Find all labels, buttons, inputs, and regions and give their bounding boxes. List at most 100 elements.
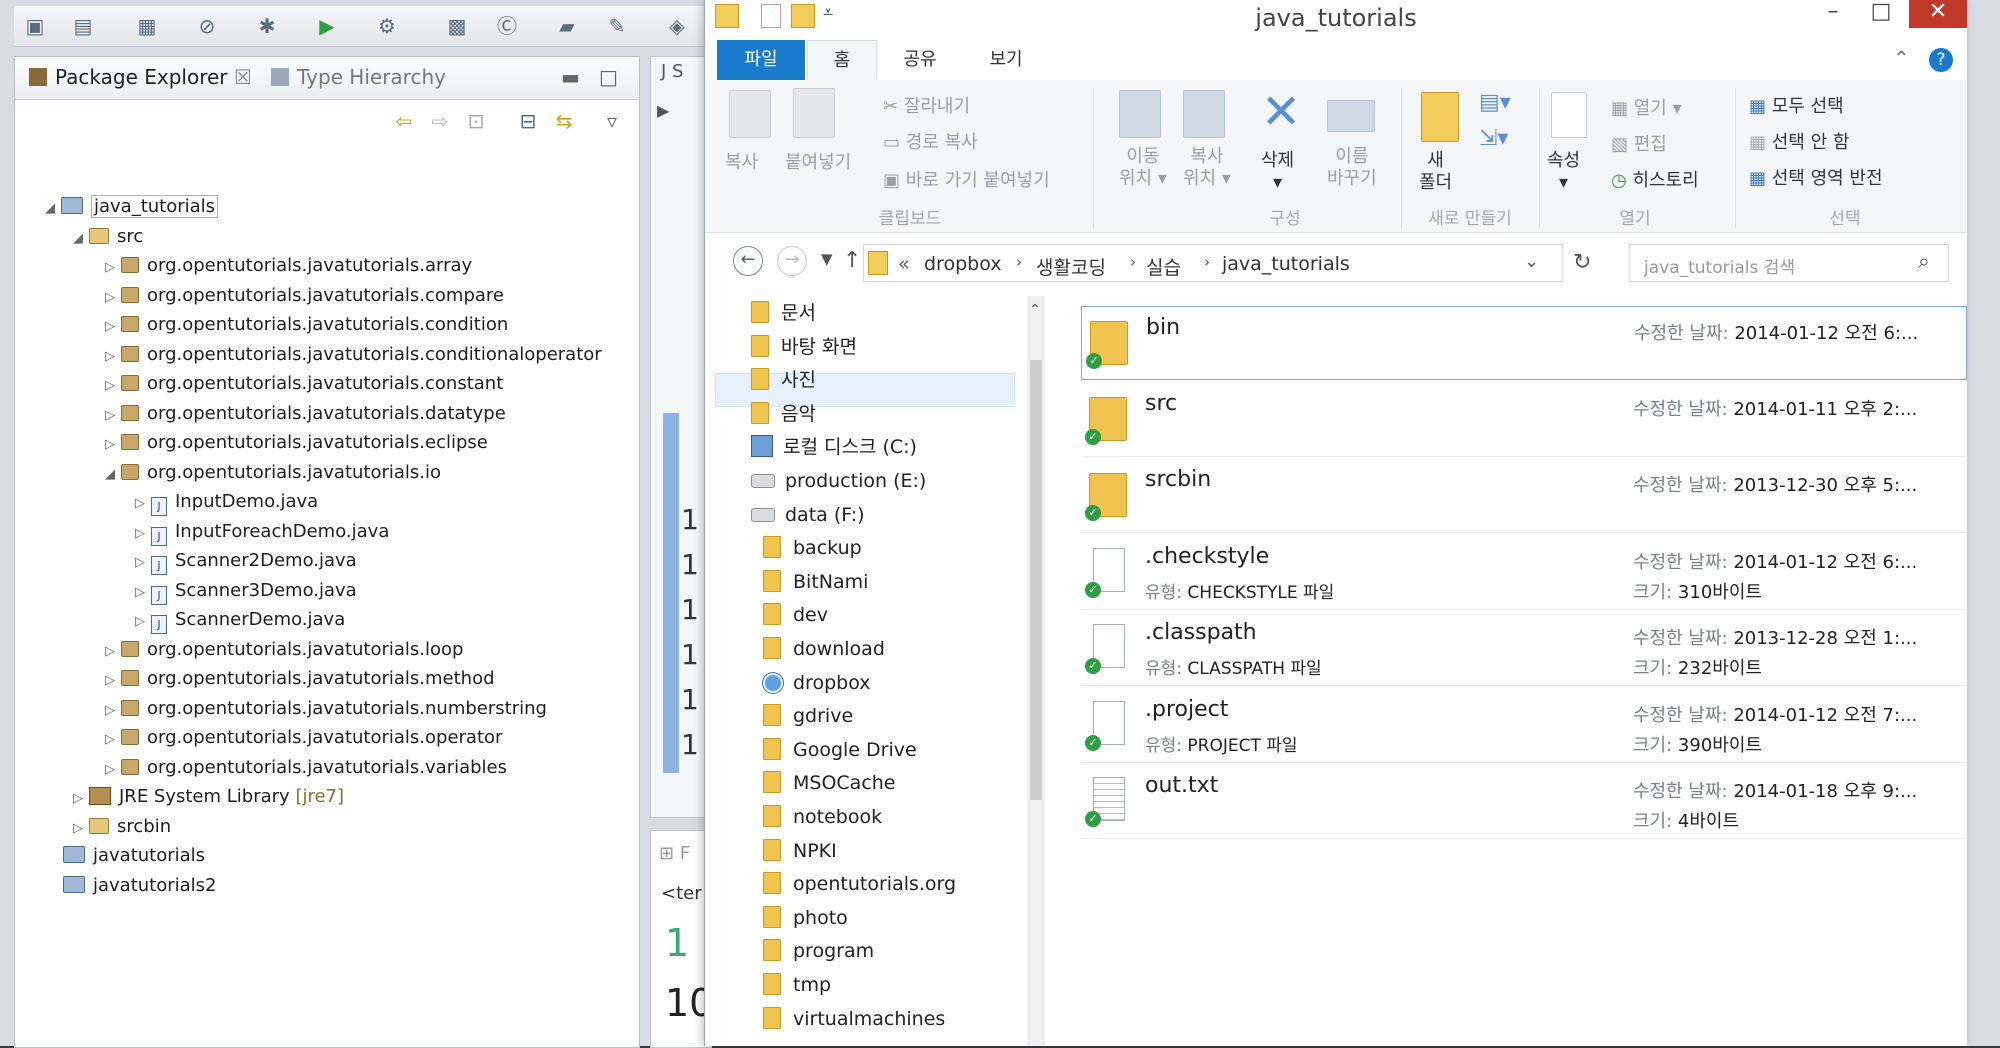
up-icon[interactable]: ↑	[843, 248, 861, 273]
file-item[interactable]: ✓ .checkstyle 유형: CHECKSTYLE 파일 수정한 날짜: 201…	[1081, 536, 1967, 610]
new-folder-button[interactable]: 새 폴더	[1419, 150, 1452, 194]
collapsed-arrow-icon[interactable]: ▷	[135, 490, 151, 518]
print-icon[interactable]: ▦	[134, 13, 160, 39]
tree-java-file[interactable]: ▷ J InputForeachDemo.java	[135, 518, 389, 546]
collapsed-arrow-icon[interactable]: ▷	[105, 254, 121, 282]
copy-to-icon[interactable]	[1183, 90, 1225, 138]
toggle-mark-icon[interactable]: ◈	[664, 13, 690, 39]
tree-package[interactable]: ▷ org.opentutorials.javatutorials.variabl…	[105, 754, 507, 782]
forward-icon[interactable]: →	[777, 246, 807, 276]
rename-icon[interactable]	[1327, 100, 1375, 132]
breadcrumb-item[interactable]: java_tutorials	[1222, 253, 1350, 275]
tree-package[interactable]: ▷ org.opentutorials.javatutorials.numbers…	[105, 695, 547, 723]
nav-item[interactable]: program	[763, 934, 874, 968]
tree-package[interactable]: ▷ org.opentutorials.javatutorials.datatyp…	[105, 400, 506, 428]
tree-package[interactable]: ▷ org.opentutorials.javatutorials.conditi…	[105, 311, 508, 339]
tree-package[interactable]: ▷ org.opentutorials.javatutorials.compare	[105, 282, 504, 310]
nav-item[interactable]: 로컬 디스크 (C:)	[751, 430, 917, 464]
tree-java-file[interactable]: ▷ J Scanner2Demo.java	[135, 547, 357, 575]
tree-package[interactable]: ▷ org.opentutorials.javatutorials.loop	[105, 636, 463, 664]
move-to-icon[interactable]	[1119, 90, 1161, 138]
nav-item[interactable]: NPKI	[763, 834, 837, 868]
new-folder-icon[interactable]	[1421, 92, 1459, 142]
tree-project[interactable]: javatutorials	[63, 842, 205, 870]
help-icon[interactable]: ?	[1929, 48, 1953, 72]
folder-item[interactable]: ✓ src 수정한 날짜: 2014-01-11 오후 2:...	[1081, 383, 1967, 457]
nav-item[interactable]: virtualmachines	[763, 1002, 945, 1036]
tree-jre-library[interactable]: ▷ JRE System Library [jre7]	[73, 783, 344, 811]
tree-java-file[interactable]: ▷ J InputDemo.java	[135, 488, 318, 516]
console-tab-icon[interactable]: ⊞ F	[659, 843, 690, 864]
tree-java-file[interactable]: ▷ J Scanner3Demo.java	[135, 577, 357, 605]
select-all-button[interactable]: ▦ 모두 선택	[1749, 92, 1844, 118]
collapsed-arrow-icon[interactable]: ▷	[105, 402, 121, 430]
file-item[interactable]: ✓ .project 유형: PROJECT 파일 수정한 날짜: 2014-01-1…	[1081, 689, 1967, 763]
collapsed-arrow-icon[interactable]: ▷	[105, 431, 121, 459]
new-package-icon[interactable]: ▩	[444, 13, 470, 39]
new-item-icon[interactable]: ▤▾	[1479, 90, 1511, 115]
tree-package[interactable]: ◢ org.opentutorials.javatutorials.io	[105, 459, 441, 487]
expanded-arrow-icon[interactable]: ◢	[73, 225, 89, 253]
expanded-arrow-icon[interactable]: ◢	[105, 461, 121, 489]
copy-path-button[interactable]: ▭ 경로 복사	[883, 128, 978, 154]
recent-locations-icon[interactable]: ▼	[821, 250, 833, 268]
editor-tab[interactable]: J S	[661, 61, 701, 91]
breadcrumb-chevron-icon[interactable]: ›	[1130, 253, 1136, 271]
copy-button[interactable]: 복사	[725, 148, 758, 174]
rename-button[interactable]: 이름 바꾸기	[1327, 146, 1377, 190]
breadcrumb-chevron-icon[interactable]: ›	[1016, 253, 1022, 271]
collapsed-arrow-icon[interactable]: ▷	[105, 726, 121, 754]
edit-button[interactable]: ▧ 편집	[1611, 130, 1667, 156]
search-icon[interactable]: ✎	[604, 13, 630, 39]
external-tools-icon[interactable]: ⚙	[374, 13, 400, 39]
nav-item[interactable]: dropbox	[763, 666, 870, 700]
collapse-ribbon-icon[interactable]: ⌃	[1893, 46, 1910, 70]
debug-icon[interactable]: ✱	[254, 13, 280, 39]
breadcrumb-overflow[interactable]: «	[898, 253, 910, 275]
new-icon[interactable]: ▣	[22, 13, 48, 39]
nav-item[interactable]: photo	[763, 901, 848, 935]
save-icon[interactable]: ▤	[70, 13, 96, 39]
collapsed-arrow-icon[interactable]: ▷	[73, 815, 89, 843]
collapsed-arrow-icon[interactable]: ▷	[135, 608, 151, 636]
tree-package[interactable]: ▷ org.opentutorials.javatutorials.array	[105, 252, 472, 280]
copy-icon[interactable]	[729, 90, 771, 138]
nav-item[interactable]: 문서	[751, 296, 816, 330]
breadcrumb-item[interactable]: dropbox	[924, 253, 1001, 275]
breadcrumb-item[interactable]: 실습	[1146, 253, 1181, 280]
nav-item[interactable]: dev	[763, 598, 828, 632]
breadcrumb-item[interactable]: 생활코딩	[1036, 253, 1106, 280]
back-icon[interactable]: ←	[733, 246, 763, 276]
nav-item[interactable]: gdrive	[763, 699, 853, 733]
easy-access-icon[interactable]: ⇲▾	[1479, 126, 1508, 151]
folder-item[interactable]: ✓ srcbin 수정한 날짜: 2013-12-30 오후 5:...	[1081, 459, 1967, 533]
nav-item[interactable]: 사진	[751, 363, 816, 397]
open-type-icon[interactable]: ▰	[554, 13, 580, 39]
nav-item[interactable]: opentutorials.org	[763, 867, 956, 901]
skip-breakpoints-icon[interactable]: ⊘	[194, 13, 220, 39]
collapsed-arrow-icon[interactable]: ▷	[105, 372, 121, 400]
scroll-up-icon[interactable]: ⌃	[1029, 302, 1041, 318]
delete-icon[interactable]: ✕	[1261, 84, 1301, 140]
nav-item[interactable]: data (F:)	[751, 498, 865, 532]
open-button[interactable]: ▦ 열기 ▾	[1611, 94, 1682, 120]
paste-icon[interactable]	[793, 88, 835, 138]
nav-item[interactable]: backup	[763, 531, 862, 565]
nav-scrollbar-thumb[interactable]	[1030, 360, 1042, 800]
tab-home[interactable]: 홈	[807, 40, 877, 80]
address-bar[interactable]: « dropbox › 생활코딩 › 실습 › java_tutorials ⌄	[863, 244, 1563, 282]
refresh-icon[interactable]: ↻	[1573, 250, 1591, 275]
collapsed-arrow-icon[interactable]: ▷	[105, 638, 121, 666]
collapsed-arrow-icon[interactable]: ▷	[135, 520, 151, 548]
move-to-button[interactable]: 이동 위치 ▾	[1119, 146, 1167, 190]
collapsed-arrow-icon[interactable]: ▷	[105, 667, 121, 695]
paste-button[interactable]: 붙여넣기	[785, 148, 851, 174]
collapsed-arrow-icon[interactable]: ▷	[135, 579, 151, 607]
properties-icon[interactable]	[1551, 92, 1587, 138]
search-box[interactable]: java_tutorials 검색 ⌕	[1629, 244, 1949, 282]
tree-package[interactable]: ▷ org.opentutorials.javatutorials.conditi…	[105, 341, 602, 369]
nav-item[interactable]: production (E:)	[751, 464, 926, 498]
file-item[interactable]: ✓ out.txt 수정한 날짜: 2014-01-18 오후 9:... 크기: 4…	[1081, 765, 1967, 839]
history-button[interactable]: ◷ 히스토리	[1611, 166, 1699, 192]
tab-view[interactable]: 보기	[965, 40, 1047, 80]
